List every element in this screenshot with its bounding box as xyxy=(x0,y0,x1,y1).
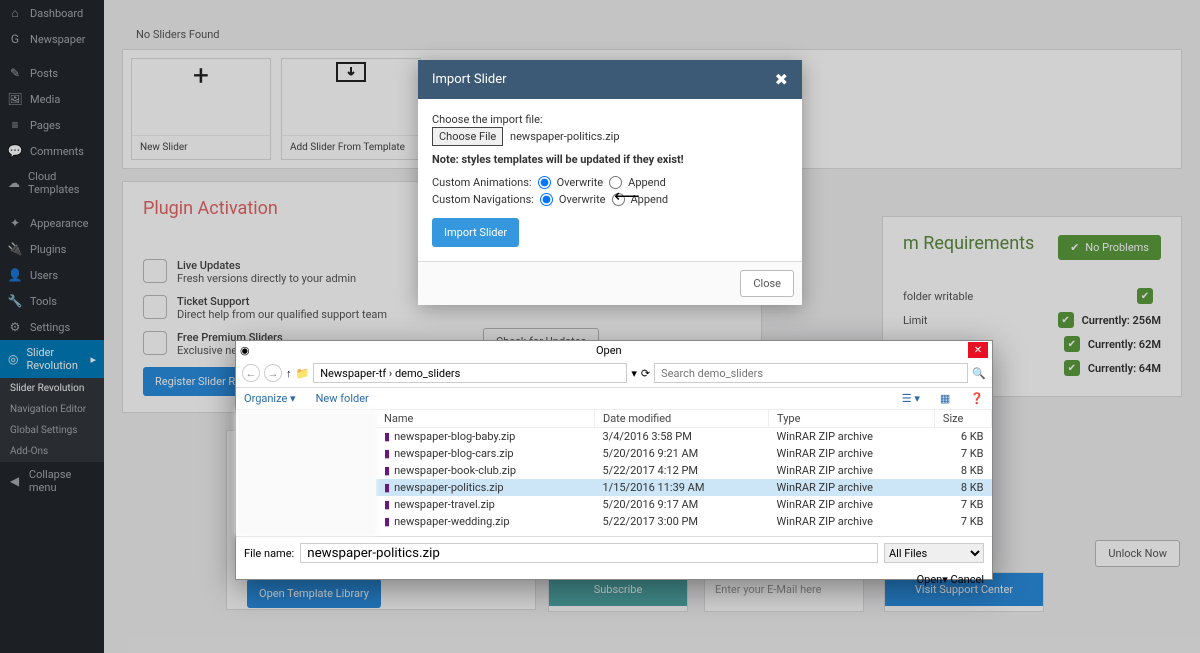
nav-up-button[interactable]: ↑ xyxy=(286,367,292,380)
dropdown-icon[interactable]: ▾ xyxy=(631,367,637,380)
search-icon[interactable]: 🔍 xyxy=(972,367,986,380)
file-row[interactable]: ▮newspaper-blog-cars.zip5/20/2016 9:21 A… xyxy=(376,445,992,462)
nav-back-button[interactable]: ← xyxy=(242,364,260,382)
col-type[interactable]: Type xyxy=(769,410,935,428)
col-size[interactable]: Size xyxy=(934,410,991,428)
path-input[interactable] xyxy=(313,363,627,383)
search-input[interactable] xyxy=(654,363,968,383)
folder-tree[interactable] xyxy=(236,410,376,536)
modal-close-button[interactable]: Close xyxy=(740,270,794,297)
custom-navigations-label: Custom Navigations: xyxy=(432,193,534,206)
open-button[interactable]: Open▾ xyxy=(917,573,948,586)
chosen-file-name: newspaper-politics.zip xyxy=(510,130,620,143)
filename-input[interactable] xyxy=(300,543,878,563)
zip-icon: ▮ xyxy=(384,430,390,443)
file-row[interactable]: ▮newspaper-blog-baby.zip3/4/2016 3:58 PM… xyxy=(376,428,992,446)
dialog-titlebar: ◉ Open ✕ xyxy=(236,341,992,359)
col-name[interactable]: Name xyxy=(376,410,594,428)
col-date[interactable]: Date modified xyxy=(594,410,768,428)
file-row[interactable]: ▮newspaper-politics.zip1/15/2016 11:39 A… xyxy=(376,479,992,496)
open-dropdown-icon[interactable]: ▾ xyxy=(942,573,948,586)
dialog-title: Open xyxy=(596,344,622,357)
zip-icon: ▮ xyxy=(384,464,390,477)
choose-file-label: Choose the import file: xyxy=(432,113,788,126)
view-list-icon[interactable]: ☰ ▾ xyxy=(902,392,920,405)
custom-animations-label: Custom Animations: xyxy=(432,176,532,189)
cancel-button[interactable]: Cancel xyxy=(951,573,984,586)
choose-file-button[interactable]: Choose File xyxy=(432,127,503,146)
dialog-navbar: ← → ↑ 📁 ▾ ⟳ 🔍 xyxy=(236,359,992,388)
animations-overwrite-radio[interactable] xyxy=(538,176,551,189)
zip-icon: ▮ xyxy=(384,498,390,511)
overwrite-label-2: Overwrite xyxy=(559,193,606,206)
organize-menu[interactable]: Organize ▾ xyxy=(244,392,296,405)
file-row[interactable]: ▮newspaper-travel.zip5/20/2016 9:17 AMWi… xyxy=(376,496,992,513)
import-slider-button[interactable]: Import Slider xyxy=(432,218,519,247)
custom-navigations-row: Custom Navigations: Overwrite Append xyxy=(432,193,788,206)
dialog-toolbar: Organize ▾ New folder ☰ ▾ ▦ ❓ xyxy=(236,388,992,410)
zip-icon: ▮ xyxy=(384,481,390,494)
zip-icon: ▮ xyxy=(384,515,390,528)
nav-forward-button[interactable]: → xyxy=(264,364,282,382)
new-folder-button[interactable]: New folder xyxy=(316,392,369,405)
file-filter-select[interactable]: All Files xyxy=(884,543,984,563)
file-row[interactable]: ▮newspaper-book-club.zip5/22/2017 4:12 P… xyxy=(376,462,992,479)
file-list: Name Date modified Type Size ▮newspaper-… xyxy=(376,410,992,536)
filename-label: File name: xyxy=(244,547,294,560)
refresh-icon[interactable]: ⟳ xyxy=(641,367,650,380)
navigations-overwrite-radio[interactable] xyxy=(540,193,553,206)
file-row[interactable]: ▮newspaper-wedding.zip5/22/2017 3:00 PMW… xyxy=(376,513,992,530)
modal-title: Import Slider xyxy=(432,72,507,87)
overwrite-label: Overwrite xyxy=(557,176,604,189)
zip-icon: ▮ xyxy=(384,447,390,460)
view-details-icon[interactable]: ▦ xyxy=(940,392,950,405)
custom-animations-row: Custom Animations: Overwrite Append xyxy=(432,176,788,189)
dialog-bottom: File name: All Files xyxy=(236,536,992,569)
folder-icon: 📁 xyxy=(296,367,310,380)
annotation-arrow: ⟵ xyxy=(614,186,640,207)
chrome-icon: ◉ xyxy=(240,344,250,357)
help-icon[interactable]: ❓ xyxy=(970,392,984,405)
file-open-dialog: ◉ Open ✕ ← → ↑ 📁 ▾ ⟳ 🔍 Organize ▾ New fo… xyxy=(235,340,993,580)
modal-header: Import Slider ✖ xyxy=(418,60,802,99)
import-slider-modal: Import Slider ✖ Choose the import file: … xyxy=(418,60,802,305)
import-note: Note: styles templates will be updated i… xyxy=(432,153,788,166)
close-icon[interactable]: ✖ xyxy=(775,70,788,89)
dialog-close-button[interactable]: ✕ xyxy=(968,342,988,358)
